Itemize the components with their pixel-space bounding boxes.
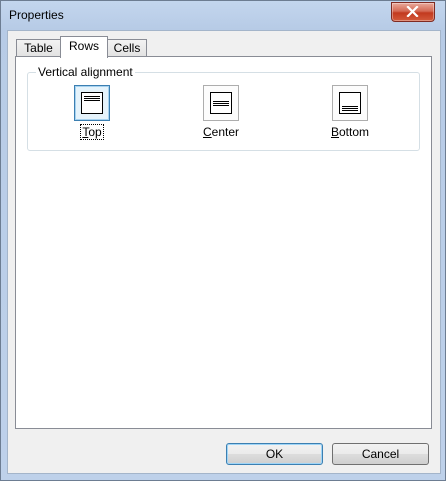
align-center-label: Center: [191, 125, 251, 139]
tab-cells[interactable]: Cells: [107, 39, 147, 56]
align-top-option[interactable]: Top: [62, 85, 122, 140]
vertical-alignment-legend: Vertical alignment: [36, 65, 135, 79]
align-center-icon: [210, 92, 232, 114]
dialog-client-area: Table Rows Cells Vertical alignment Top …: [7, 30, 441, 474]
vertical-alignment-group: Vertical alignment Top Center Bottom: [27, 65, 420, 151]
rows-tab-panel: Vertical alignment Top Center Bottom: [15, 56, 432, 429]
tab-rows-label: Rows: [68, 39, 99, 53]
align-top-icon: [81, 92, 103, 114]
align-bottom-label: Bottom: [320, 125, 380, 139]
align-bottom-button[interactable]: [332, 85, 368, 121]
align-center-mnemonic: C: [202, 125, 212, 139]
align-top-label-rest: op: [88, 125, 102, 139]
tab-table[interactable]: Table: [16, 39, 61, 56]
align-center-option[interactable]: Center: [191, 85, 251, 139]
title-bar[interactable]: Properties: [1, 1, 445, 29]
align-center-button[interactable]: [203, 85, 239, 121]
close-x-icon: [406, 6, 419, 17]
align-bottom-option[interactable]: Bottom: [320, 85, 380, 139]
align-top-label: Top: [80, 124, 104, 140]
tab-table-label: Table: [24, 41, 53, 55]
align-bottom-label-rest: ottom: [339, 125, 370, 139]
tab-rows[interactable]: Rows: [60, 36, 108, 58]
ok-button[interactable]: OK: [226, 443, 323, 465]
align-bottom-icon: [339, 92, 361, 114]
window-title: Properties: [9, 8, 64, 22]
align-bottom-mnemonic: B: [330, 125, 339, 139]
properties-dialog: Properties Table Rows Cells Vertical ali…: [0, 0, 446, 481]
align-top-button[interactable]: [74, 85, 110, 121]
cancel-button[interactable]: Cancel: [332, 443, 429, 465]
tab-cells-label: Cells: [113, 41, 141, 55]
close-button[interactable]: [391, 2, 435, 22]
align-center-label-rest: enter: [211, 125, 240, 139]
